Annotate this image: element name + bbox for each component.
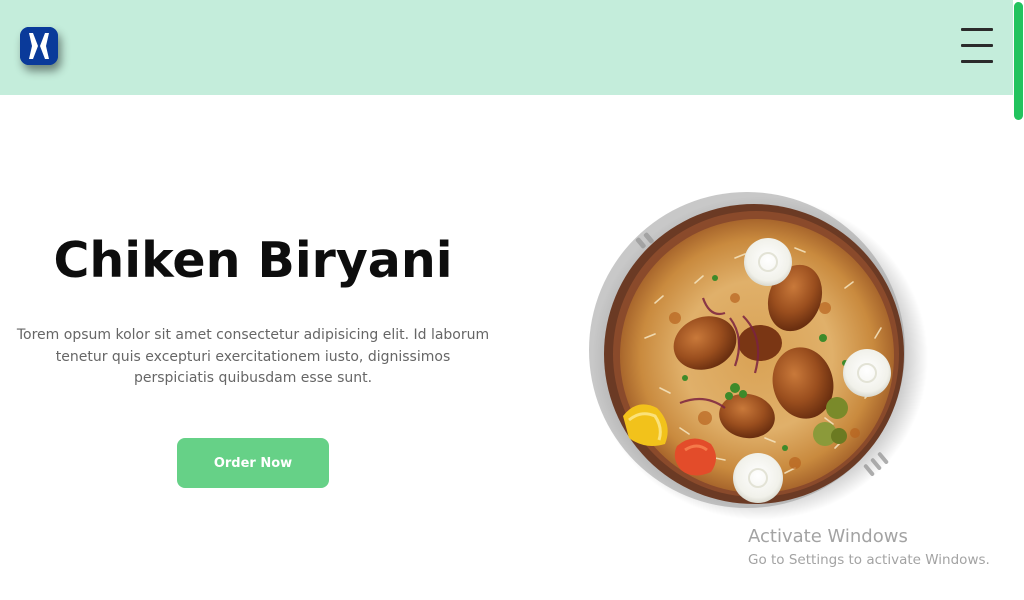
order-now-button[interactable]: Order Now <box>177 438 329 488</box>
hourglass-logo-icon[interactable] <box>20 27 58 65</box>
site-header <box>0 0 1013 95</box>
biryani-plate-image <box>585 188 935 528</box>
scrollbar-thumb[interactable] <box>1014 2 1023 120</box>
hamburger-menu-icon[interactable] <box>961 28 993 64</box>
hero-title: Chiken Biryani <box>53 232 453 289</box>
activate-windows-title: Activate Windows <box>748 526 908 547</box>
activate-windows-subtitle: Go to Settings to activate Windows. <box>748 552 990 568</box>
page: Chiken Biryani Torem opsum kolor sit ame… <box>0 0 1024 600</box>
vertical-scrollbar[interactable] <box>1013 0 1024 600</box>
hero-description: Torem opsum kolor sit amet consectetur a… <box>16 327 490 386</box>
